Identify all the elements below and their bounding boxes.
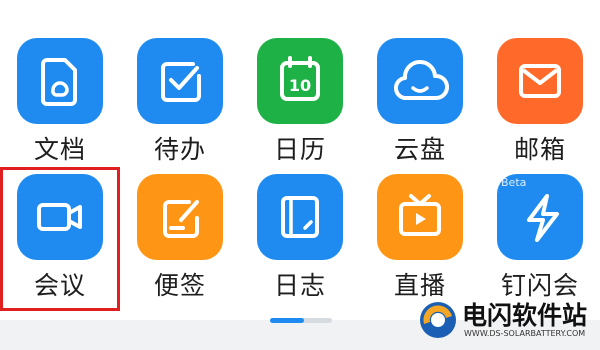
app-label: 云盘 — [393, 135, 446, 164]
watermark: 电闪软件站 WWW.DS-SOLARBATTERY.COM — [418, 296, 596, 346]
calendar-icon: 10 — [257, 38, 343, 124]
site-logo-icon — [420, 302, 456, 338]
todo-check-icon — [137, 38, 223, 124]
app-grid-panel: 文档 待办 10 日历 云盘 邮箱 会议 便签 日志 直播 Beta 钉闪会 — [0, 0, 600, 323]
app-label: 便签 — [153, 271, 206, 300]
watermark-title: 电闪软件站 — [462, 301, 588, 330]
calendar-day-text: 10 — [289, 76, 311, 95]
app-label: 日志 — [273, 271, 326, 300]
lightning-icon: Beta — [497, 174, 583, 260]
journal-icon — [257, 174, 343, 260]
app-label: 待办 — [153, 135, 206, 164]
page-indicator[interactable] — [270, 318, 332, 323]
page-indicator-active — [270, 318, 304, 323]
watermark-subtitle: WWW.DS-SOLARBATTERY.COM — [464, 329, 586, 338]
app-label: 文档 — [33, 135, 86, 164]
app-label: 日历 — [273, 135, 326, 164]
app-label: 邮箱 — [513, 135, 566, 164]
note-pen-icon — [137, 174, 223, 260]
meeting-highlight-frame — [0, 167, 120, 311]
mail-icon — [497, 38, 583, 124]
document-icon — [17, 38, 103, 124]
cloud-drive-icon — [377, 38, 463, 124]
tv-play-icon — [377, 174, 463, 260]
